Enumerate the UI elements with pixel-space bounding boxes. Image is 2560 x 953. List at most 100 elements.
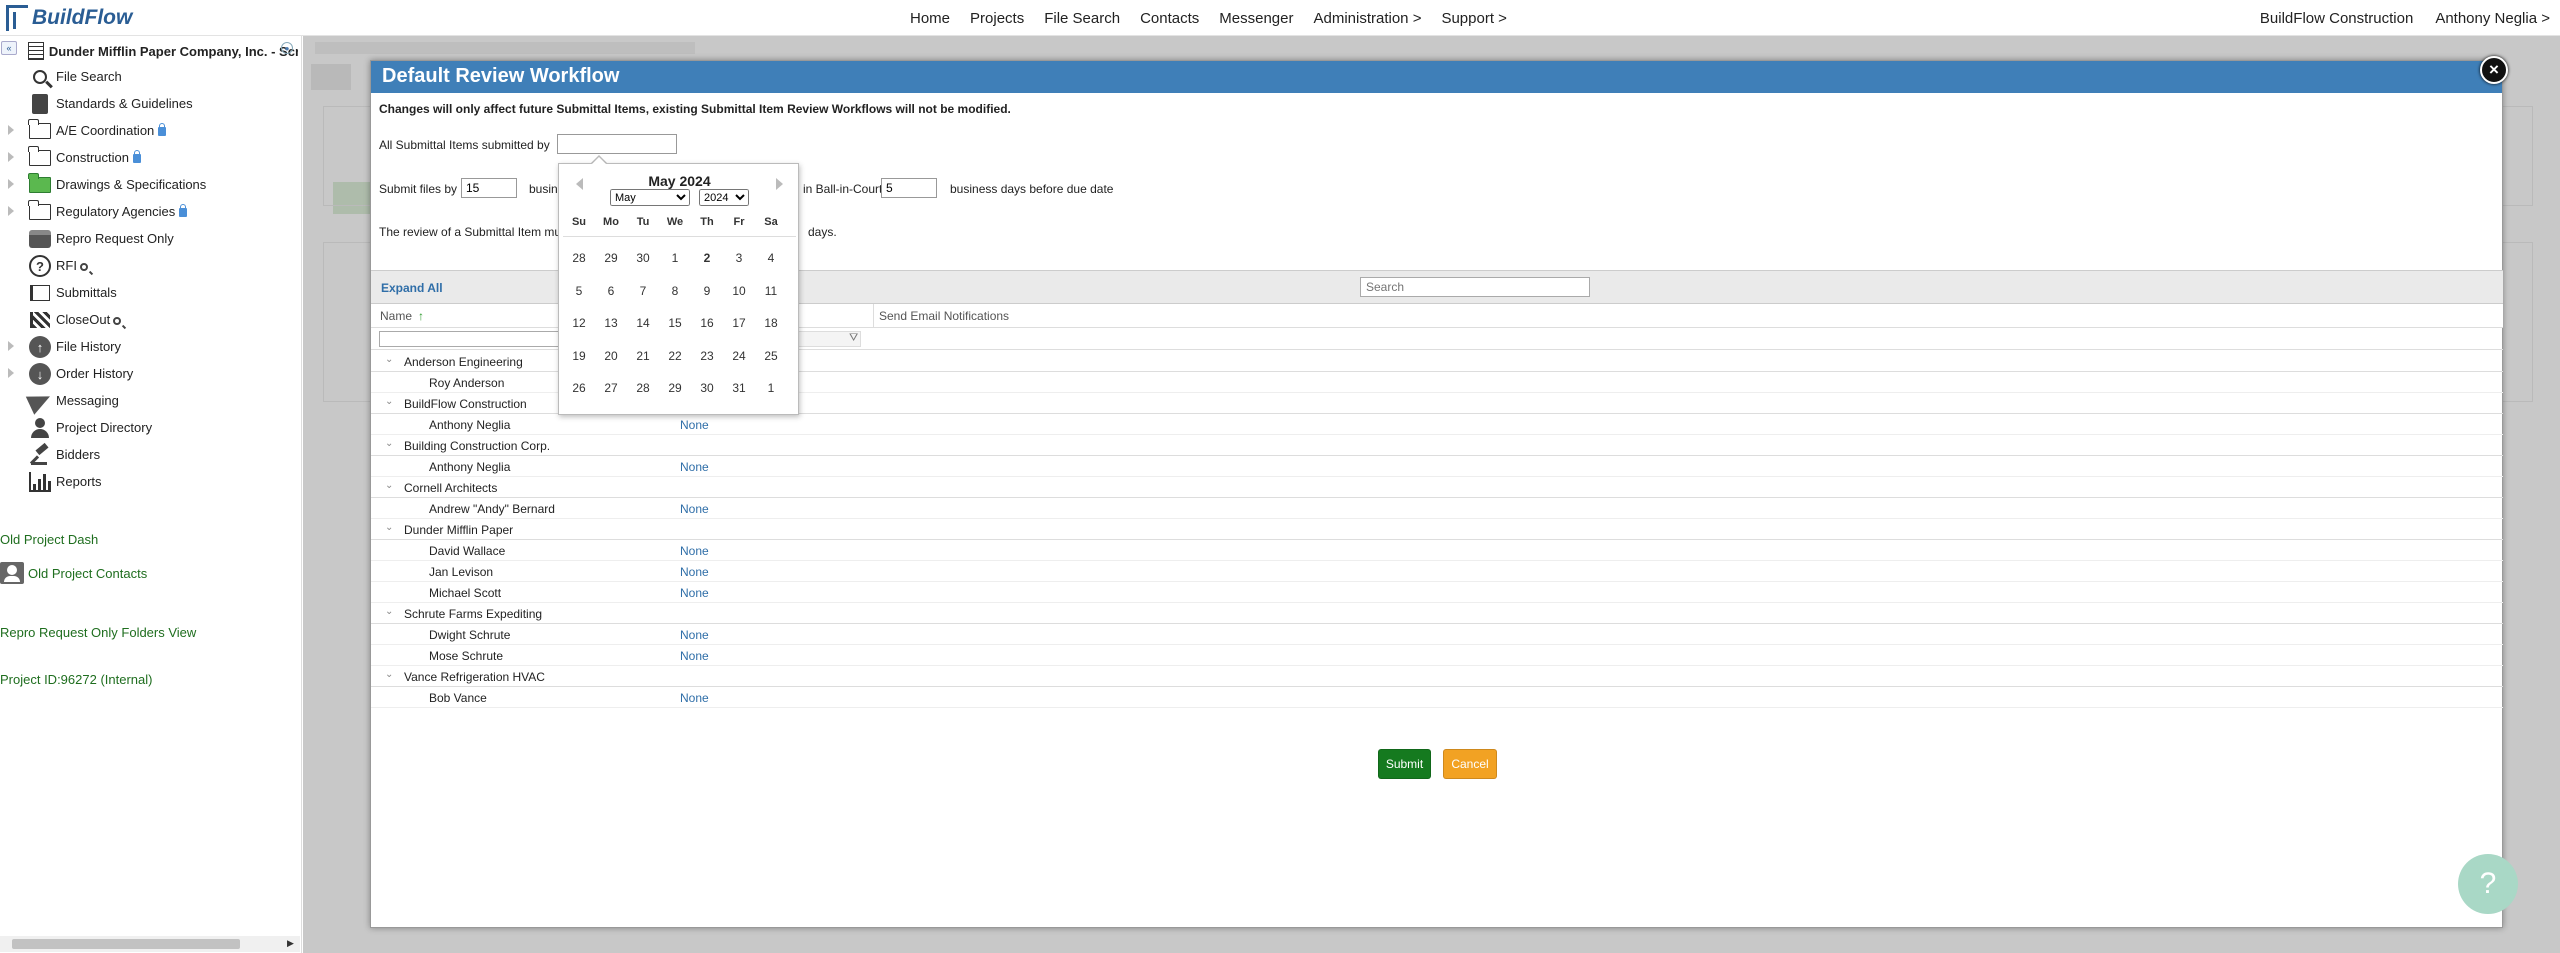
calendar-day[interactable]: 16 <box>691 313 723 333</box>
member-row[interactable]: Bob Vance None <box>371 687 2503 708</box>
calendar-day[interactable]: 14 <box>627 313 659 333</box>
nav-projects[interactable]: Projects <box>970 10 1024 27</box>
chevron-down-icon[interactable]: ⌄ <box>385 669 393 680</box>
grid-search-input[interactable] <box>1360 277 1590 297</box>
chevron-down-icon[interactable]: ⌄ <box>385 480 393 491</box>
chevron-down-icon[interactable]: ⌄ <box>385 396 393 407</box>
member-row[interactable]: Michael Scott None <box>371 582 2503 603</box>
member-row[interactable]: David Wallace None <box>371 540 2503 561</box>
sidebar-item-a-e-coordination[interactable]: A/E Coordination <box>0 117 300 144</box>
sidebar-item-file-search[interactable]: File Search <box>0 63 300 90</box>
repro-folders-view-link[interactable]: Repro Request Only Folders View <box>0 625 196 640</box>
sidebar-item-messaging[interactable]: Messaging <box>0 387 300 415</box>
year-select[interactable]: 2024 <box>699 189 749 206</box>
expand-all-button[interactable]: Expand All <box>381 281 443 295</box>
sidebar-item-drawings-specifications[interactable]: Drawings & Specifications <box>0 171 300 198</box>
sidebar-item-file-history[interactable]: ↑ File History <box>0 333 300 360</box>
sidebar-item-repro-request-only[interactable]: Repro Request Only <box>0 225 300 252</box>
column-header-name[interactable]: Name ↑ <box>380 309 424 323</box>
calendar-day[interactable]: 20 <box>595 346 627 366</box>
cancel-button[interactable]: Cancel <box>1443 749 1497 779</box>
email-notification-setting[interactable]: None <box>680 586 709 600</box>
ball-in-court-days-input[interactable] <box>881 178 937 198</box>
calendar-day[interactable]: 12 <box>563 313 595 333</box>
calendar-day[interactable]: 9 <box>691 281 723 301</box>
sidebar-item-bidders[interactable]: Bidders <box>0 441 300 468</box>
calendar-day[interactable]: 24 <box>723 346 755 366</box>
email-notification-setting[interactable]: None <box>680 691 709 705</box>
name-filter-input[interactable] <box>379 331 559 347</box>
expand-arrow-icon[interactable] <box>8 341 14 351</box>
scroll-right-arrow-icon[interactable]: ▶ <box>287 938 294 949</box>
calendar-day[interactable]: 8 <box>659 281 691 301</box>
nav-home[interactable]: Home <box>910 10 950 27</box>
chevron-down-icon[interactable]: ⌄ <box>385 438 393 449</box>
calendar-day[interactable]: 18 <box>755 313 787 333</box>
calendar-day[interactable]: 10 <box>723 281 755 301</box>
email-notification-setting[interactable]: None <box>680 628 709 642</box>
calendar-day[interactable]: 6 <box>595 281 627 301</box>
next-month-icon[interactable] <box>776 178 783 190</box>
calendar-day[interactable]: 28 <box>627 378 659 398</box>
sidebar-horizontal-scrollbar[interactable]: ▶ <box>0 936 300 952</box>
group-row[interactable]: ⌄ Dunder Mifflin Paper <box>371 519 2503 540</box>
expand-arrow-icon[interactable] <box>8 206 14 216</box>
sidebar-item-regulatory-agencies[interactable]: Regulatory Agencies <box>0 198 300 225</box>
member-row[interactable]: Mose Schrute None <box>371 645 2503 666</box>
sidebar-item-reports[interactable]: Reports <box>0 468 300 495</box>
help-bubble-icon[interactable]: ● <box>281 42 293 54</box>
old-project-contacts-link[interactable]: Old Project Contacts <box>0 562 147 584</box>
member-row[interactable]: Dwight Schrute None <box>371 624 2503 645</box>
group-row[interactable]: ⌄ Building Construction Corp. <box>371 435 2503 456</box>
calendar-day[interactable]: 31 <box>723 378 755 398</box>
calendar-day[interactable]: 23 <box>691 346 723 366</box>
calendar-day[interactable]: 25 <box>755 346 787 366</box>
calendar-day[interactable]: 3 <box>723 248 755 268</box>
sidebar-item-rfi[interactable]: ? RFI <box>0 252 300 279</box>
member-row[interactable]: Andrew "Andy" Bernard None <box>371 498 2503 519</box>
calendar-day[interactable]: 15 <box>659 313 691 333</box>
calendar-day[interactable]: 17 <box>723 313 755 333</box>
calendar-day[interactable]: 2 <box>691 248 723 268</box>
sidebar-item-closeout[interactable]: CloseOut <box>0 306 300 333</box>
nav-support[interactable]: Support > <box>1441 10 1506 27</box>
expand-arrow-icon[interactable] <box>8 125 14 135</box>
expand-arrow-icon[interactable] <box>8 152 14 162</box>
calendar-day[interactable]: 26 <box>563 378 595 398</box>
calendar-day[interactable]: 22 <box>659 346 691 366</box>
month-select[interactable]: May <box>610 189 690 206</box>
collapse-sidebar-button[interactable]: « <box>1 41 17 55</box>
calendar-day[interactable]: 30 <box>627 248 659 268</box>
member-row[interactable]: Anthony Neglia None <box>371 414 2503 435</box>
group-row[interactable]: ⌄ Cornell Architects <box>371 477 2503 498</box>
chevron-down-icon[interactable]: ⌄ <box>385 606 393 617</box>
column-header-email-notifications[interactable]: Send Email Notifications <box>879 309 1009 323</box>
calendar-day[interactable]: 27 <box>595 378 627 398</box>
chevron-down-icon[interactable]: ⌄ <box>385 522 393 533</box>
email-notification-setting[interactable]: None <box>680 565 709 579</box>
group-row[interactable]: ⌄ Schrute Farms Expediting <box>371 603 2503 624</box>
calendar-day[interactable]: 4 <box>755 248 787 268</box>
chevron-down-icon[interactable]: ⌄ <box>385 354 393 365</box>
calendar-day[interactable]: 1 <box>755 378 787 398</box>
sidebar-item-order-history[interactable]: ↓ Order History <box>0 360 300 387</box>
close-dialog-button[interactable]: × <box>2480 56 2508 84</box>
calendar-day[interactable]: 13 <box>595 313 627 333</box>
buildflow-logo[interactable]: BuildFlow <box>6 3 132 33</box>
sidebar-company[interactable]: Dunder Mifflin Paper Company, Inc. - Scr <box>28 40 298 62</box>
nav-company[interactable]: BuildFlow Construction <box>2260 10 2413 27</box>
calendar-day[interactable]: 11 <box>755 281 787 301</box>
nav-contacts[interactable]: Contacts <box>1140 10 1199 27</box>
sidebar-item-project-directory[interactable]: Project Directory <box>0 414 300 441</box>
sidebar-item-submittals[interactable]: Submittals <box>0 279 300 306</box>
nav-user-menu[interactable]: Anthony Neglia > <box>2435 10 2550 27</box>
calendar-day[interactable]: 21 <box>627 346 659 366</box>
member-row[interactable]: Jan Levison None <box>371 561 2503 582</box>
email-notification-setting[interactable]: None <box>680 649 709 663</box>
email-notification-setting[interactable]: None <box>680 418 709 432</box>
expand-arrow-icon[interactable] <box>8 179 14 189</box>
expand-arrow-icon[interactable] <box>8 368 14 378</box>
email-notification-setting[interactable]: None <box>680 460 709 474</box>
email-notification-setting[interactable]: None <box>680 544 709 558</box>
calendar-day[interactable]: 19 <box>563 346 595 366</box>
